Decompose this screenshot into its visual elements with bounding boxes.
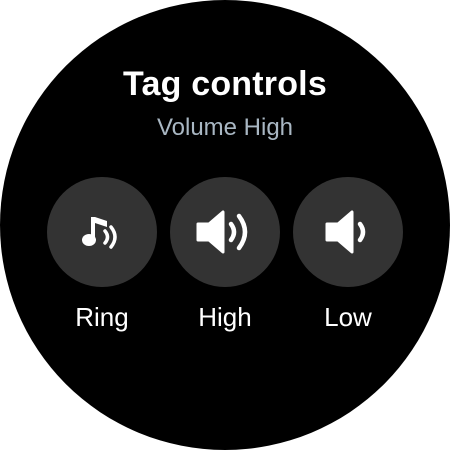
volume-low-control: Low [293,177,403,332]
status-subtitle: Volume High [156,114,294,141]
volume-low-button[interactable] [293,177,403,287]
watch-face: Tag controls Volume High Ring High Low [0,0,450,450]
page-title: Tag controls [123,65,327,103]
ring-button[interactable] [47,177,157,287]
volume-high-icon [194,207,256,257]
volume-high-control: High [170,177,280,332]
volume-low-icon [322,207,374,257]
ring-control: Ring [47,177,157,332]
volume-high-button[interactable] [170,177,280,287]
music-note-ring-icon [79,211,125,253]
volume-low-label: Low [324,302,372,332]
